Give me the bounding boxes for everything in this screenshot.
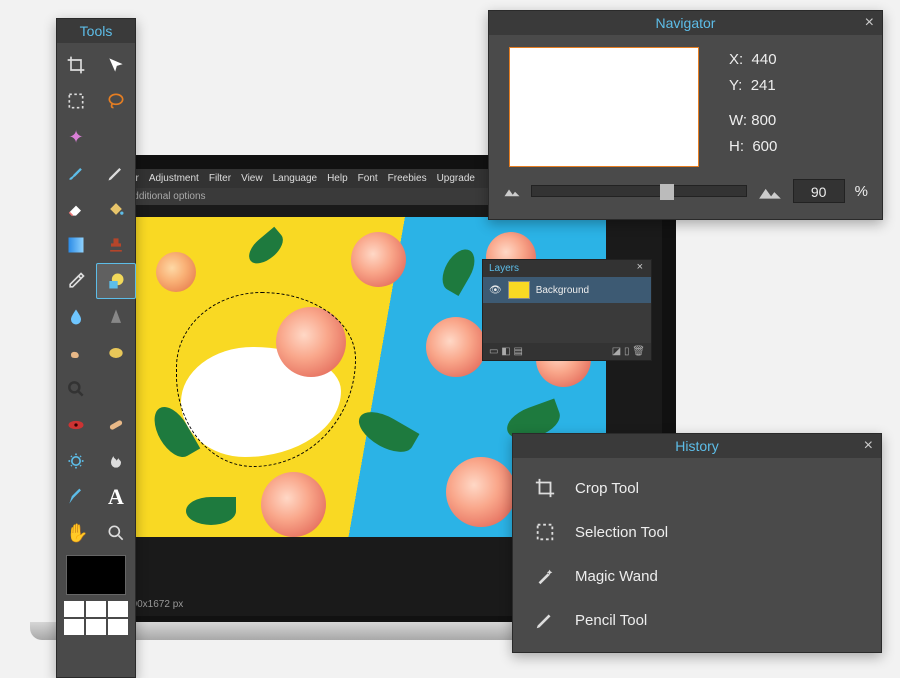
history-item-label: Pencil Tool (575, 612, 647, 629)
history-item-label: Selection Tool (575, 524, 668, 541)
swatch-grid[interactable] (57, 601, 135, 635)
shape-tool[interactable] (96, 263, 136, 299)
eyedropper-tool[interactable] (56, 263, 96, 299)
crop-tool[interactable] (56, 47, 96, 83)
panel-title: Tools (57, 19, 135, 43)
menu-item[interactable]: Font (358, 173, 378, 184)
spacer (96, 119, 136, 155)
sharpen-tool[interactable] (96, 299, 136, 335)
zoom-slider[interactable] (531, 185, 747, 197)
menu-item[interactable]: View (241, 173, 263, 184)
menu-item[interactable]: Help (327, 173, 348, 184)
history-panel: History × Crop Tool Selection Tool Magic… (512, 433, 882, 653)
pencil-tool[interactable] (96, 155, 136, 191)
move-tool[interactable] (96, 47, 136, 83)
history-item-label: Magic Wand (575, 568, 658, 585)
brush-tool[interactable] (56, 155, 96, 191)
lasso-tool[interactable] (96, 83, 136, 119)
menu-item[interactable]: Language (273, 173, 318, 184)
close-icon[interactable]: × (637, 261, 643, 273)
selection-icon (533, 520, 557, 544)
history-item-label: Crop Tool (575, 480, 639, 497)
spacer2 (96, 371, 136, 407)
pencil-icon (533, 608, 557, 632)
pen-tool[interactable] (56, 479, 96, 515)
zoom-out-icon[interactable] (503, 184, 521, 198)
gradient-tool[interactable] (56, 227, 96, 263)
burn-tool[interactable] (96, 443, 136, 479)
sponge-tool[interactable] (96, 335, 136, 371)
navigator-preview[interactable] (509, 47, 699, 167)
redeye-tool[interactable] (56, 407, 96, 443)
history-item-wand[interactable]: Magic Wand (513, 554, 881, 598)
zoom-tool[interactable] (56, 371, 96, 407)
color-swatch[interactable] (66, 555, 126, 595)
visibility-icon[interactable]: 👁 (489, 285, 502, 296)
layer-icons-left[interactable]: ▭ ◧ ▤ (489, 346, 523, 357)
close-icon[interactable]: × (864, 437, 873, 455)
zoom-in-icon[interactable] (757, 181, 783, 201)
heal-tool[interactable] (96, 407, 136, 443)
layer-icons-right[interactable]: ◪ ▯ 🗑 (612, 346, 645, 357)
zoom-value-input[interactable]: 90 (793, 179, 845, 203)
zoom-percent-label: % (855, 183, 868, 200)
layers-title: Layers (489, 263, 519, 274)
tools-panel: Tools ✦ A ✋ (56, 18, 136, 678)
close-icon[interactable]: × (865, 14, 874, 32)
stamp-tool[interactable] (96, 227, 136, 263)
menu-item[interactable]: Upgrade (437, 173, 475, 184)
layers-panel[interactable]: Layers × 👁 Background ▭ ◧ ▤ ◪ ▯ 🗑 (482, 259, 652, 361)
history-item-crop[interactable]: Crop Tool (513, 466, 881, 510)
menu-item[interactable]: Adjustment (149, 173, 199, 184)
bucket-tool[interactable] (96, 191, 136, 227)
zoom-tool-2[interactable] (96, 515, 136, 551)
blur-tool[interactable] (56, 299, 96, 335)
navigator-panel: Navigator × X: 440 Y: 241 W: 800 H: 600 … (488, 10, 883, 220)
panel-title: Navigator (656, 15, 716, 31)
crop-icon (533, 476, 557, 500)
layer-thumbnail (508, 281, 530, 299)
text-tool[interactable]: A (96, 479, 136, 515)
panel-title: History (675, 438, 719, 454)
menu-item[interactable]: Freebies (388, 173, 427, 184)
hand-tool[interactable]: ✋ (56, 515, 96, 551)
history-item-selection[interactable]: Selection Tool (513, 510, 881, 554)
wand-icon (533, 564, 557, 588)
layer-name: Background (536, 285, 589, 296)
navigator-coordinates: X: 440 Y: 241 W: 800 H: 600 (729, 47, 777, 159)
eraser-tool[interactable] (56, 191, 96, 227)
smudge-tool[interactable] (56, 335, 96, 371)
menu-item[interactable]: Filter (209, 173, 231, 184)
layer-row[interactable]: 👁 Background (483, 277, 651, 303)
selection-tool[interactable] (56, 83, 96, 119)
history-item-pencil[interactable]: Pencil Tool (513, 598, 881, 642)
wand-tool[interactable]: ✦ (56, 119, 96, 155)
dodge-tool[interactable] (56, 443, 96, 479)
